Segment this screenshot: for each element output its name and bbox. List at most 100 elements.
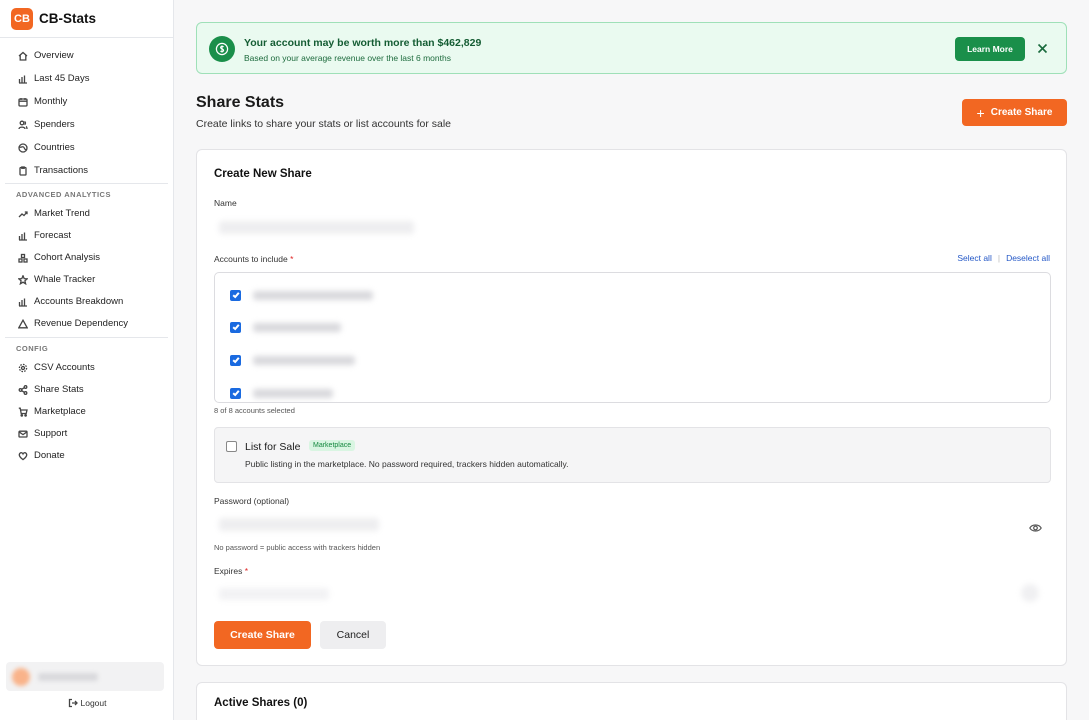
calendar-icon[interactable] (1021, 584, 1039, 602)
nav-advanced: Market Trend Forecast Cohort Analysis Wh… (0, 203, 173, 334)
share-icon (17, 384, 28, 395)
logout-label: Logout (80, 698, 107, 708)
account-name-redacted (253, 322, 341, 332)
sidebar-item-donate[interactable]: Donate (0, 445, 173, 466)
sidebar-item-spenders[interactable]: Spenders (0, 114, 173, 135)
star-icon (17, 274, 28, 285)
show-password-toggle[interactable] (1029, 520, 1042, 532)
sidebar-item-overview[interactable]: Overview (0, 45, 173, 66)
gear-icon (17, 362, 28, 373)
cancel-button[interactable]: Cancel (320, 621, 386, 649)
check-icon (232, 390, 240, 397)
account-name-redacted (253, 290, 373, 300)
close-banner-button[interactable] (1037, 41, 1051, 55)
sidebar-item-label: Support (34, 428, 68, 439)
dollar-icon (209, 36, 235, 62)
deselect-all-link[interactable]: Deselect all (1006, 253, 1050, 263)
form-title: Create New Share (214, 168, 312, 180)
sidebar-item-label: Monthly (34, 96, 68, 107)
expires-input[interactable] (219, 588, 329, 600)
section-label-config: CONFIG (16, 344, 49, 353)
main-content: Your account may be worth more than $462… (174, 0, 1089, 720)
account-checkbox[interactable] (230, 354, 241, 366)
required-mark: * (290, 254, 294, 264)
sidebar-item-market-trend[interactable]: Market Trend (0, 203, 173, 224)
expires-label-text: Expires (214, 566, 243, 576)
plus-icon: + (976, 104, 985, 121)
sidebar-item-label: Market Trend (34, 208, 90, 219)
select-all-link[interactable]: Select all (957, 253, 992, 263)
list-for-sale-option[interactable]: List for Sale Marketplace Public listing… (214, 427, 1051, 483)
sidebar-item-label: Transactions (34, 165, 89, 176)
sidebar-item-label: Marketplace (34, 406, 86, 417)
list-item[interactable] (230, 387, 530, 399)
sidebar-item-marketplace[interactable]: Marketplace (0, 401, 173, 422)
sidebar-item-whale-tracker[interactable]: Whale Tracker (0, 269, 173, 290)
sidebar-item-label: Last 45 Days (34, 73, 90, 84)
account-checkbox[interactable] (230, 321, 241, 333)
logout-icon (68, 698, 78, 708)
page-subtitle: Create links to share your stats or list… (196, 118, 452, 130)
banner-title: Your account may be worth more than $462… (244, 37, 482, 49)
sidebar-item-countries[interactable]: Countries (0, 137, 173, 158)
user-profile[interactable] (6, 662, 164, 691)
home-icon (17, 50, 28, 61)
nav-config: CSV Accounts Share Stats Marketplace Sup… (0, 357, 173, 466)
eye-icon (1029, 524, 1042, 532)
active-shares-title: Active Shares (0) (214, 697, 308, 709)
sidebar-item-cohort-analysis[interactable]: Cohort Analysis (0, 247, 173, 268)
sidebar-item-accounts-breakdown[interactable]: Accounts Breakdown (0, 291, 173, 312)
create-share-header-button[interactable]: + Create Share (962, 99, 1067, 126)
sidebar-item-label: Donate (34, 450, 65, 461)
account-checkbox[interactable] (230, 289, 241, 301)
active-shares-section: Active Shares (0) (196, 682, 1067, 720)
accounts-selected-count: 8 of 8 accounts selected (214, 406, 295, 415)
password-input[interactable] (219, 518, 379, 531)
layers-icon (17, 252, 28, 263)
sidebar-item-share-stats[interactable]: Share Stats (0, 379, 173, 400)
name-input[interactable] (219, 221, 414, 234)
sidebar-item-forecast[interactable]: Forecast (0, 225, 173, 246)
learn-more-button[interactable]: Learn More (955, 37, 1025, 61)
heart-icon (17, 450, 28, 461)
bar-chart-icon (17, 73, 28, 84)
sidebar-item-monthly[interactable]: Monthly (0, 91, 173, 112)
create-share-form: Create New Share Name Accounts to includ… (196, 149, 1067, 666)
bar-chart-icon (17, 230, 28, 241)
page-title: Share Stats (196, 94, 285, 111)
create-share-button[interactable]: Create Share (214, 621, 311, 649)
list-for-sale-checkbox[interactable] (226, 441, 237, 452)
bar-chart-icon (17, 296, 28, 307)
sidebar-item-transactions[interactable]: Transactions (0, 160, 173, 181)
list-item[interactable] (230, 321, 530, 333)
logout-button[interactable]: Logout (0, 698, 174, 708)
account-name-redacted (253, 355, 355, 365)
sidebar-item-label: Cohort Analysis (34, 252, 101, 263)
app-name: CB-Stats (39, 11, 97, 26)
list-item[interactable] (230, 354, 530, 366)
sidebar-item-support[interactable]: Support (0, 423, 173, 444)
user-name-redacted (38, 672, 98, 681)
expires-label: Expires * (214, 566, 248, 576)
sidebar-item-label: Overview (34, 50, 74, 61)
sidebar-item-revenue-dependency[interactable]: Revenue Dependency (0, 313, 173, 334)
globe-icon (17, 142, 28, 153)
app-logo: CB (11, 7, 33, 30)
check-icon (232, 292, 240, 299)
list-item[interactable] (230, 289, 530, 301)
sidebar-item-label: Forecast (34, 230, 71, 241)
account-checkbox[interactable] (230, 387, 241, 399)
sidebar-item-csv-accounts[interactable]: CSV Accounts (0, 357, 173, 378)
valuation-banner: Your account may be worth more than $462… (196, 22, 1067, 74)
separator: | (997, 253, 1001, 263)
check-icon (232, 324, 240, 331)
sidebar-item-label: CSV Accounts (34, 362, 95, 373)
sidebar-item-label: Share Stats (34, 384, 84, 395)
name-label: Name (214, 198, 237, 208)
brand[interactable]: CB CB-Stats (0, 0, 173, 38)
accounts-list[interactable] (214, 272, 1051, 403)
accounts-label-text: Accounts to include (214, 254, 288, 264)
sidebar-item-last-45-days[interactable]: Last 45 Days (0, 68, 173, 89)
sidebar-item-label: Countries (34, 142, 75, 153)
sidebar-item-label: Spenders (34, 119, 75, 130)
